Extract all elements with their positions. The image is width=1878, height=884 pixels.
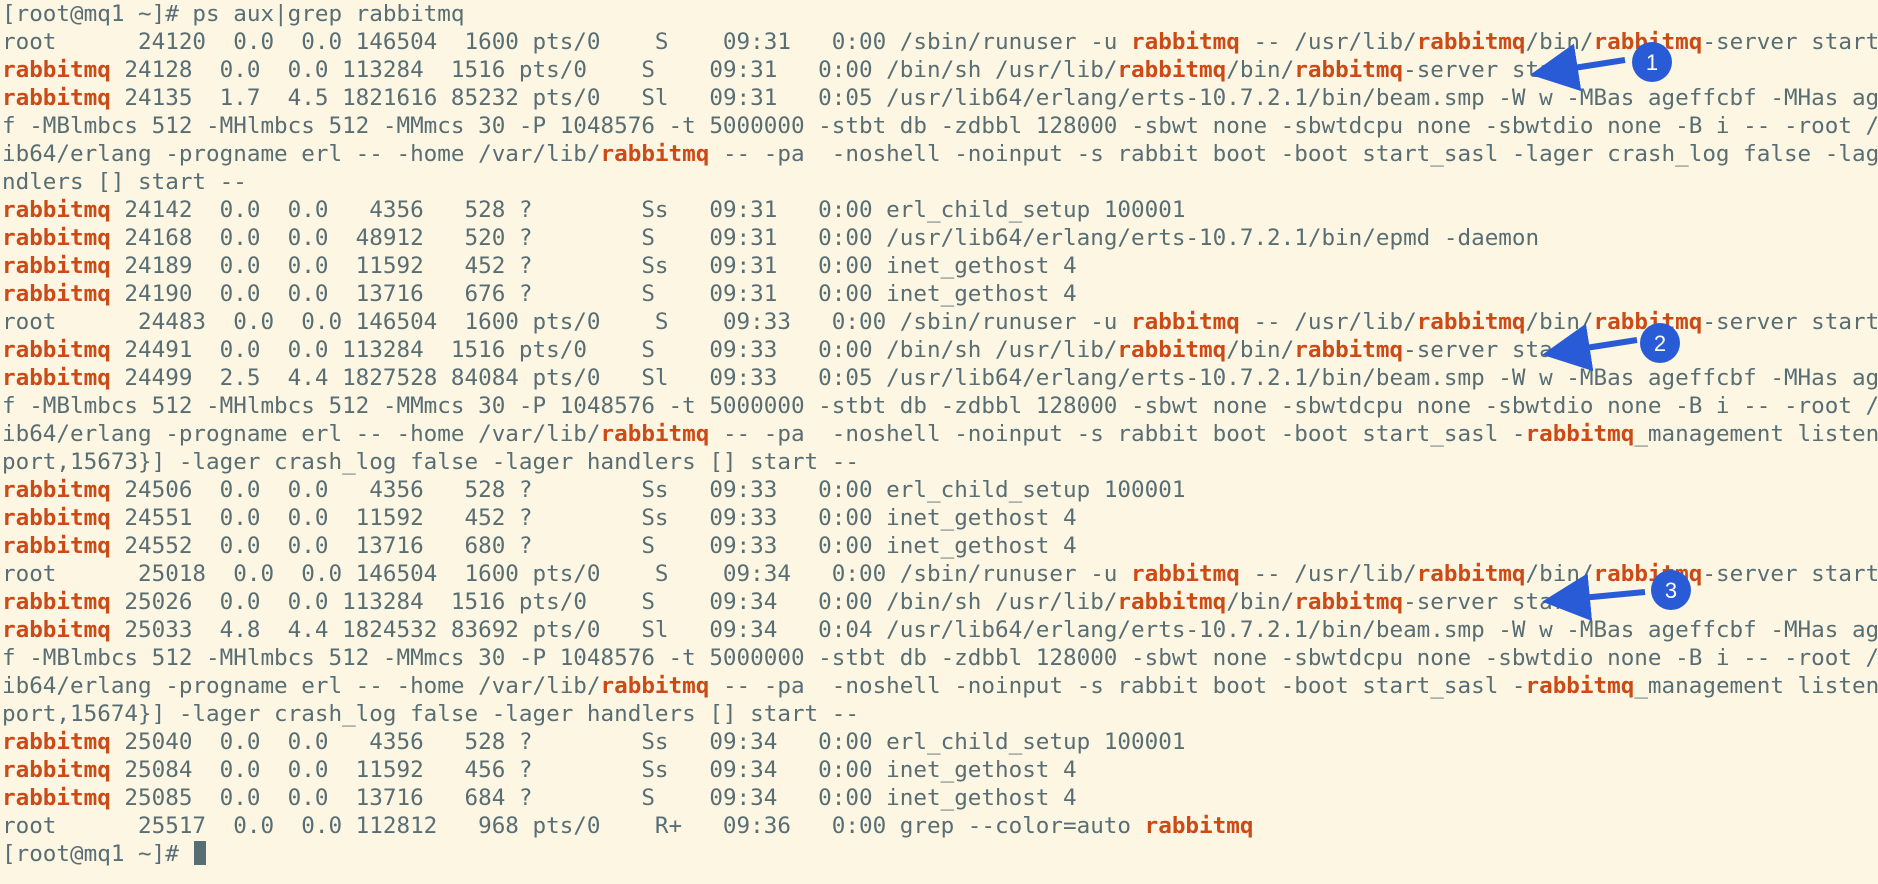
output-line: ndlers [] start -- [2,169,247,195]
annotation-number-2: 2 [1654,331,1666,356]
prompt-line[interactable]: [root@mq1 ~]# [0,840,1878,868]
output-line: rabbitmq 25033 4.8 4.4 1824532 83692 pts… [2,617,1878,643]
grep-match: rabbitmq [1525,673,1635,699]
output-line: rabbitmq 24190 0.0 0.0 13716 676 ? S 09:… [2,281,1077,307]
grep-match: rabbitmq [2,617,111,643]
grep-match: rabbitmq [2,589,111,615]
annotation-number-1: 1 [1646,50,1658,75]
grep-match: rabbitmq [2,785,111,811]
output-line: f -MBlmbcs 512 -MHlmbcs 512 -MMmcs 30 -P… [2,113,1878,139]
output-line: f -MBlmbcs 512 -MHlmbcs 512 -MMmcs 30 -P… [2,645,1878,671]
output-line: port,15673}] -lager crash_log false -lag… [2,449,859,475]
grep-match: rabbitmq [2,281,111,307]
output-line: root 25018 0.0 0.0 146504 1600 pts/0 S 0… [2,561,1878,587]
grep-match: rabbitmq [600,673,710,699]
grep-match: rabbitmq [2,57,111,83]
output-line: ib64/erlang -progname erl -- -home /var/… [2,673,1878,699]
terminal-output[interactable]: [root@mq1 ~]# ps aux|grep rabbitmq root 2… [0,0,1878,884]
output-line: rabbitmq 24168 0.0 0.0 48912 520 ? S 09:… [2,225,1540,251]
output-line: root 24483 0.0 0.0 146504 1600 pts/0 S 0… [2,309,1878,335]
output-line: root 24120 0.0 0.0 146504 1600 pts/0 S 0… [2,29,1878,55]
output-line: rabbitmq 25040 0.0 0.0 4356 528 ? Ss 09:… [2,729,1186,755]
output-line: rabbitmq 25026 0.0 0.0 113284 1516 pts/0… [2,589,1580,615]
grep-match: rabbitmq [1131,309,1240,335]
grep-match: rabbitmq [1117,57,1227,83]
grep-match: rabbitmq [1416,29,1526,55]
grep-match: rabbitmq [1416,561,1526,587]
grep-match: rabbitmq [1525,421,1635,447]
grep-match: rabbitmq [2,365,111,391]
output-line: rabbitmq 24128 0.0 0.0 113284 1516 pts/0… [2,57,1580,83]
output-line: f -MBlmbcs 512 -MHlmbcs 512 -MMmcs 30 -P… [2,393,1878,419]
grep-match: rabbitmq [1131,561,1240,587]
grep-match: rabbitmq [1117,337,1227,363]
output-line: rabbitmq 24142 0.0 0.0 4356 528 ? Ss 09:… [2,197,1186,223]
output-line: rabbitmq 25084 0.0 0.0 11592 456 ? Ss 09… [2,757,1077,783]
output-line: rabbitmq 24551 0.0 0.0 11592 452 ? Ss 09… [2,505,1077,531]
output-line: rabbitmq 24189 0.0 0.0 11592 452 ? Ss 09… [2,253,1077,279]
output-line: rabbitmq 24552 0.0 0.0 13716 680 ? S 09:… [2,533,1077,559]
grep-match: rabbitmq [1131,29,1240,55]
grep-match: rabbitmq [1416,309,1526,335]
output-line: root 25517 0.0 0.0 112812 968 pts/0 R+ 0… [2,813,1254,839]
grep-match: rabbitmq [1294,57,1404,83]
grep-match: rabbitmq [2,225,111,251]
grep-match: rabbitmq [1144,813,1254,839]
output-line: ib64/erlang -progname erl -- -home /var/… [2,141,1878,167]
grep-match: rabbitmq [2,505,111,531]
grep-match: rabbitmq [1117,589,1227,615]
annotation-number-3: 3 [1665,578,1677,603]
grep-match: rabbitmq [1294,337,1404,363]
grep-match: rabbitmq [600,421,710,447]
grep-match: rabbitmq [2,757,111,783]
output-line: rabbitmq 25085 0.0 0.0 13716 684 ? S 09:… [2,785,1077,811]
output-line: port,15674}] -lager crash_log false -lag… [2,701,859,727]
grep-match: rabbitmq [2,533,111,559]
output-line: rabbitmq 24135 1.7 4.5 1821616 85232 pts… [2,85,1878,111]
output-line: rabbitmq 24506 0.0 0.0 4356 528 ? Ss 09:… [2,477,1186,503]
grep-match: rabbitmq [600,141,710,167]
output-line: ib64/erlang -progname erl -- -home /var/… [2,421,1878,447]
grep-match: rabbitmq [1294,589,1404,615]
output-line: rabbitmq 24499 2.5 4.4 1827528 84084 pts… [2,365,1878,391]
prompt-text: [root@mq1 ~]# [2,841,193,867]
text-cursor [194,841,207,865]
grep-match: rabbitmq [2,477,111,503]
grep-match: rabbitmq [2,337,111,363]
grep-match: rabbitmq [2,85,111,111]
grep-match: rabbitmq [2,253,111,279]
output-line: rabbitmq 24491 0.0 0.0 113284 1516 pts/0… [2,337,1580,363]
grep-match: rabbitmq [2,729,111,755]
command-line: [root@mq1 ~]# ps aux|grep rabbitmq [2,1,465,27]
grep-match: rabbitmq [2,197,111,223]
